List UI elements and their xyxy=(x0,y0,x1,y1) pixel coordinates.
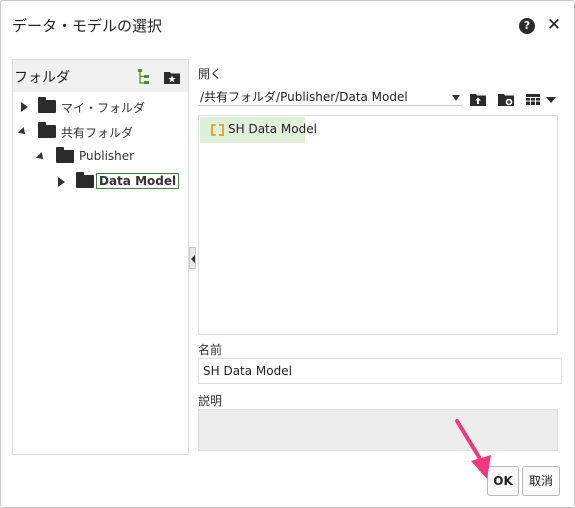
tree-item-label: Data Model xyxy=(96,173,180,189)
folder-icon xyxy=(76,172,94,188)
list-item-label: SH Data Model xyxy=(228,122,317,136)
data-model-icon xyxy=(211,124,224,136)
tree-item-label: 共有フォルダ xyxy=(61,126,134,140)
upload-icon[interactable] xyxy=(469,91,487,107)
expand-arrow-icon[interactable] xyxy=(58,177,65,187)
tree-item-publisher[interactable]: Publisher xyxy=(36,147,177,168)
folder-icon xyxy=(56,147,74,163)
list-item[interactable]: SH Data Model xyxy=(200,117,317,143)
folder-icon xyxy=(38,97,56,113)
expand-arrow-icon[interactable] xyxy=(21,102,28,112)
description-label: 説明 xyxy=(198,394,223,408)
folder-panel-title: フォルダ xyxy=(14,70,70,86)
close-icon[interactable]: ✕ xyxy=(544,15,564,35)
tree-item-shared-folder[interactable]: 共有フォルダ xyxy=(18,122,179,143)
favorites-folder-icon[interactable] xyxy=(163,68,181,86)
tree-item-data-model[interactable]: Data Model xyxy=(57,172,180,193)
tree-item-label: Publisher xyxy=(79,149,135,163)
cancel-button[interactable]: 取消 xyxy=(522,466,560,496)
name-field[interactable]: SH Data Model xyxy=(198,358,562,384)
select-data-model-dialog: データ・モデルの選択 ? ✕ フォルダ マイ・フォルダ 共有フォルダ Publi… xyxy=(0,0,575,508)
chevron-down-icon[interactable] xyxy=(452,95,460,101)
folder-icon xyxy=(38,122,56,138)
collapse-arrow-icon[interactable] xyxy=(36,152,46,162)
pointer-arrow-icon xyxy=(455,419,491,479)
help-icon[interactable]: ? xyxy=(519,18,535,34)
file-list: SH Data Model xyxy=(198,115,558,335)
tree-expand-icon[interactable] xyxy=(137,68,155,86)
tree-item-my-folder[interactable]: マイ・フォルダ xyxy=(19,97,179,118)
folder-panel: フォルダ マイ・フォルダ 共有フォルダ Publisher Data Model xyxy=(12,59,189,455)
name-label: 名前 xyxy=(198,343,223,357)
collapse-arrow-icon[interactable] xyxy=(18,127,28,137)
path-select[interactable]: /共有フォルダ/Publisher/Data Model xyxy=(198,88,463,106)
tree-item-label: マイ・フォルダ xyxy=(61,101,146,115)
open-label: 開く xyxy=(198,67,223,81)
dropdown-icon[interactable] xyxy=(545,91,557,107)
new-folder-icon[interactable] xyxy=(497,91,515,107)
dialog-title: データ・モデルの選択 xyxy=(12,17,163,35)
view-grid-icon[interactable] xyxy=(525,91,541,107)
folder-panel-header: フォルダ xyxy=(13,60,188,92)
panel-splitter[interactable] xyxy=(189,247,196,269)
